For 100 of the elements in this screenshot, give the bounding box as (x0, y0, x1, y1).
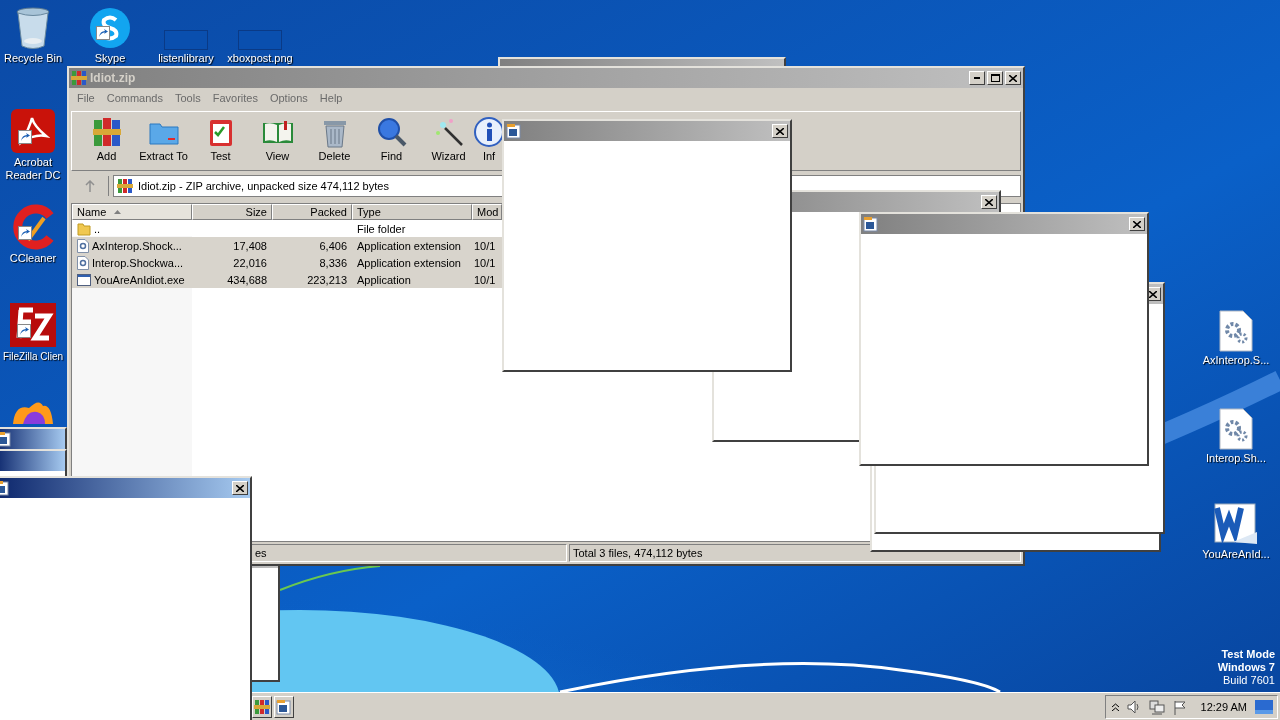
toolbar-button[interactable]: Extract To (135, 116, 192, 168)
os-notice-text: Build 7601 (1223, 674, 1275, 687)
speaker-icon (1126, 700, 1141, 714)
file-type: Application (357, 273, 411, 286)
close-button[interactable] (1129, 217, 1145, 231)
shortcut-arrow-icon (18, 130, 32, 144)
column-header[interactable]: Packed (272, 204, 352, 220)
close-button[interactable] (981, 195, 997, 209)
desktop-icon[interactable]: CCleaner (0, 200, 66, 265)
close-icon (1133, 220, 1141, 228)
folder-icon (77, 221, 91, 236)
title-bar (0, 451, 65, 471)
file-size: 17,408 (233, 239, 267, 252)
file-row[interactable]: YouAreAnIdiot.exe 434,688 223,213 Application 10/1 (72, 271, 502, 288)
close-button[interactable] (1005, 71, 1021, 85)
menu-item[interactable]: Favorites (206, 92, 264, 104)
column-header[interactable]: Size (192, 204, 272, 220)
flag-icon (1172, 699, 1187, 715)
menu-item[interactable]: Commands (100, 92, 169, 104)
settings-file-icon (77, 238, 89, 253)
document-icon (863, 216, 879, 232)
archive-icon (254, 699, 270, 715)
ccleaner-icon (10, 204, 56, 250)
document-icon (276, 699, 292, 715)
word-document-icon (1213, 502, 1259, 546)
desktop-icon[interactable]: YouAreAnId... (1196, 496, 1276, 561)
taskbar-button[interactable] (274, 696, 294, 718)
file-name: .. (94, 222, 101, 235)
desktop-icon[interactable]: AxInterop.S... (1196, 302, 1276, 367)
document-icon (0, 431, 12, 447)
minimize-button[interactable] (969, 71, 985, 85)
shortcut-arrow-icon (96, 26, 110, 40)
up-arrow-icon (84, 180, 95, 192)
toolbar-button[interactable]: Add (78, 116, 135, 168)
icon-label: Acrobat Reader DC (4, 156, 62, 182)
taskbar-button[interactable] (252, 696, 272, 718)
books-icon (90, 116, 123, 148)
toolbar-button[interactable]: Wizard (420, 116, 477, 168)
icon-label: listenlibrary (158, 52, 214, 65)
icon-label: FileZilla Clien (3, 350, 63, 363)
file-name: AxInterop.Shock... (92, 239, 182, 252)
thumbnail-icon (238, 30, 282, 50)
thumbnail-icon (164, 30, 208, 50)
close-icon (985, 198, 993, 206)
maximize-button[interactable] (987, 71, 1003, 85)
icon-label: Interop.Sh... (1206, 452, 1266, 465)
toolbar-button[interactable]: Find (363, 116, 420, 168)
file-size: 22,016 (233, 256, 267, 269)
packed-size: 223,213 (307, 273, 347, 286)
winrar-icon (71, 70, 87, 86)
toolbar-button[interactable]: View (249, 116, 306, 168)
desktop-icon[interactable]: Acrobat Reader DC (0, 104, 66, 182)
column-header[interactable]: Mod (472, 204, 502, 220)
file-name: YouAreAnIdiot.exe (94, 273, 185, 286)
icon-label: Skype (94, 52, 126, 65)
sort-arrow-icon (114, 210, 122, 214)
close-icon (236, 484, 244, 492)
close-button[interactable] (772, 124, 788, 138)
status-text: es (255, 547, 267, 559)
packed-size: 8,336 (319, 256, 347, 269)
desktop-icon[interactable]: Skype (74, 0, 146, 65)
column-header[interactable]: Type (352, 204, 472, 220)
file-row[interactable]: AxInterop.Shock... 17,408 6,406 Application extension 10/1 (72, 237, 502, 254)
icon-label: Recycle Bin (3, 52, 63, 65)
desktop-icon[interactable]: Interop.Sh... (1196, 400, 1276, 465)
shortcut-arrow-icon (18, 226, 32, 240)
shortcut-arrow-icon (17, 324, 31, 338)
desktop-icon[interactable]: listenlibrary (150, 0, 222, 65)
os-notice-text: Test Mode (1221, 648, 1275, 661)
file-row[interactable]: .. File folder (72, 220, 502, 237)
column-header[interactable]: Name (72, 204, 192, 220)
file-type: Application extension (357, 239, 461, 252)
file-size: 434,688 (227, 273, 267, 286)
icon-label: xboxpost.png (227, 52, 293, 65)
packed-size: 6,406 (319, 239, 347, 252)
modified-date: 10/1 (474, 256, 496, 269)
close-button[interactable] (232, 481, 248, 495)
menu-item[interactable]: Help (313, 92, 349, 104)
toolbar-button[interactable]: Delete (306, 116, 363, 168)
desktop-icon[interactable]: FileZilla Clien (0, 298, 66, 363)
file-type: File folder (357, 222, 406, 235)
settings-file-icon (77, 255, 89, 270)
document-icon (506, 123, 522, 139)
toolbar-button[interactable]: Test (192, 116, 249, 168)
icon-label: YouAreAnId... (1202, 548, 1270, 561)
menu-item[interactable]: Tools (169, 92, 207, 104)
file-row[interactable]: Interop.Shockwa... 22,016 8,336 Application extension 10/1 (72, 254, 502, 271)
file-type: Application extension (357, 256, 461, 269)
close-icon (1009, 74, 1017, 82)
desktop-icon[interactable]: Recycle Bin (0, 0, 66, 65)
maximize-icon (990, 74, 1000, 82)
modified-date: 10/1 (474, 273, 496, 286)
application-icon (77, 273, 91, 286)
close-icon (1149, 290, 1157, 298)
menu-item[interactable]: File (71, 92, 101, 104)
menu-item[interactable]: Options (263, 92, 314, 104)
magnifier-icon (375, 116, 408, 148)
settings-file-icon (1219, 310, 1253, 352)
icon-label: AxInterop.S... (1202, 354, 1270, 367)
desktop-icon[interactable]: xboxpost.png (224, 0, 296, 65)
